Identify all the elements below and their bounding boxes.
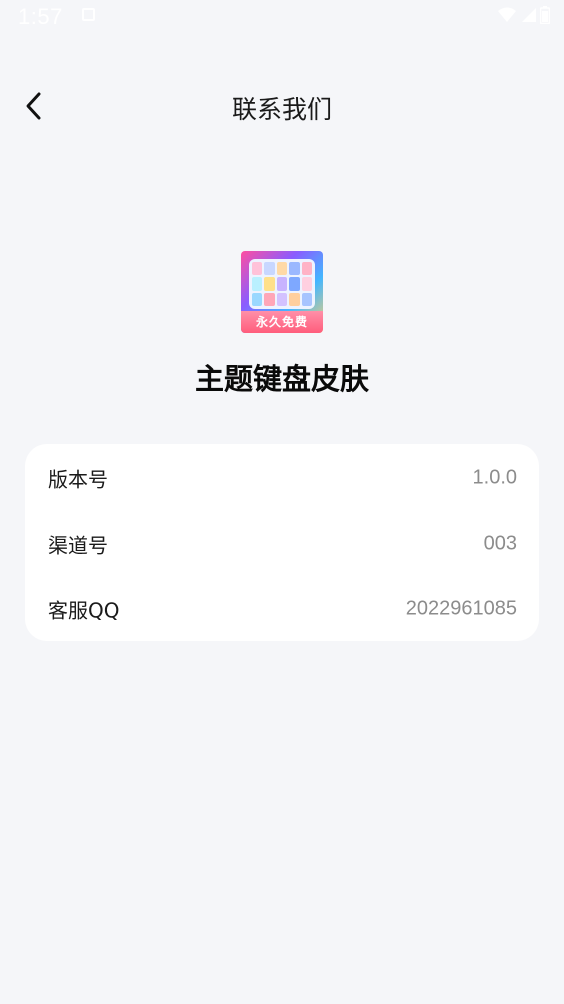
info-row-channel: 渠道号 003 — [25, 519, 539, 569]
keyboard-preview-grid — [249, 259, 315, 309]
app-name: 主题键盘皮肤 — [194, 362, 369, 396]
info-label: 版本号 — [48, 467, 108, 492]
page-title: 联系我们 — [231, 95, 332, 124]
info-value: 003 — [483, 532, 517, 555]
info-label: 渠道号 — [48, 533, 108, 558]
info-row-version: 版本号 1.0.0 — [25, 453, 539, 503]
battery-icon — [540, 6, 550, 24]
info-label: 客服QQ — [48, 598, 120, 623]
status-bar: 1:57 — [0, 0, 564, 34]
app-icon: 永久免费 — [241, 251, 323, 333]
info-card: 版本号 1.0.0 渠道号 003 客服QQ 2022961085 — [25, 444, 539, 641]
notification-icon — [82, 8, 95, 21]
app-icon-banner: 永久免费 — [241, 311, 323, 333]
wifi-icon — [498, 7, 516, 22]
status-time: 1:57 — [18, 4, 63, 29]
info-value: 2022961085 — [405, 597, 517, 620]
header: 联系我们 — [0, 70, 564, 140]
signal-icon — [522, 8, 536, 22]
info-value: 1.0.0 — [472, 466, 517, 489]
info-row-customer-service-qq[interactable]: 客服QQ 2022961085 — [25, 584, 539, 634]
status-icons — [498, 6, 550, 24]
